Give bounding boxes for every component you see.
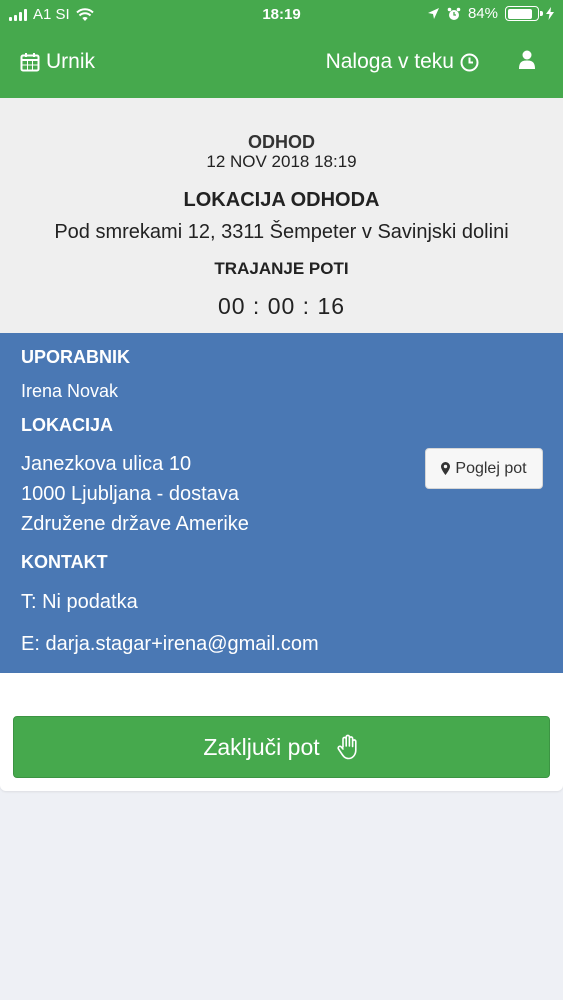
departure-heading: ODHOD [248,132,315,152]
user-profile-button[interactable] [518,50,536,76]
status-right: 84% [427,5,554,22]
tasks-in-progress-link[interactable]: Naloga v teku [326,50,479,74]
view-route-button[interactable]: Poglej pot [425,448,543,489]
map-marker-icon [441,462,451,475]
contact-email[interactable]: E: darja.stagar+irena@gmail.com [21,633,319,656]
finish-trip-label: Zaključi pot [203,733,320,760]
schedule-label: Urnik [46,50,96,73]
user-name: Irena Novak [21,381,119,401]
contact-phone: T: Ni podatka [21,591,138,613]
location-heading: LOKACIJA [21,415,114,435]
battery-icon [505,6,543,21]
customer-info-panel: UPORABNIK Irena Novak LOKACIJA Janezkova… [0,333,563,673]
departure-date: 12 NOV 2018 18:19 [206,152,357,171]
finish-trip-button[interactable]: Zaključi pot [13,716,550,778]
battery-percent: 84% [467,5,498,22]
address-line-1: Janezkova ulica 10 [21,453,192,475]
tasks-label: Naloga v teku [325,50,454,73]
location-arrow-icon [427,8,439,19]
departure-section: ODHOD 12 NOV 2018 18:19 LOKACIJA ODHODA … [0,98,563,333]
user-heading: UPORABNIK [21,347,131,367]
clock-icon [460,53,479,71]
hand-stop-icon [337,734,357,760]
charging-icon [546,7,554,20]
departure-location-heading: LOKACIJA ODHODA [183,189,380,211]
navigation-bar: Urnik Naloga v teku [0,44,563,84]
alarm-icon [447,7,461,20]
status-bar: A1 SI 18:19 84% [0,0,563,30]
address-line-3: Združene države Amerike [21,513,249,535]
address-line-2: 1000 Ljubljana - dostava [21,483,239,505]
contact-heading: KONTAKT [21,552,108,572]
departure-location-address: Pod smrekami 12, 3311 Šempeter v Savinjs… [54,221,509,243]
trip-duration-timer: 00 : 00 : 16 [217,293,346,319]
top-bar: A1 SI 18:19 84% Urnik Naloga v teku [0,0,563,98]
trip-duration-heading: TRAJANJE POTI [214,259,349,278]
view-route-label: Poglej pot [455,459,527,477]
user-icon [519,50,535,69]
battery-fill [507,8,532,19]
action-card: Zaključi pot [0,673,563,791]
calendar-icon [20,53,40,72]
schedule-link[interactable]: Urnik [20,50,95,74]
